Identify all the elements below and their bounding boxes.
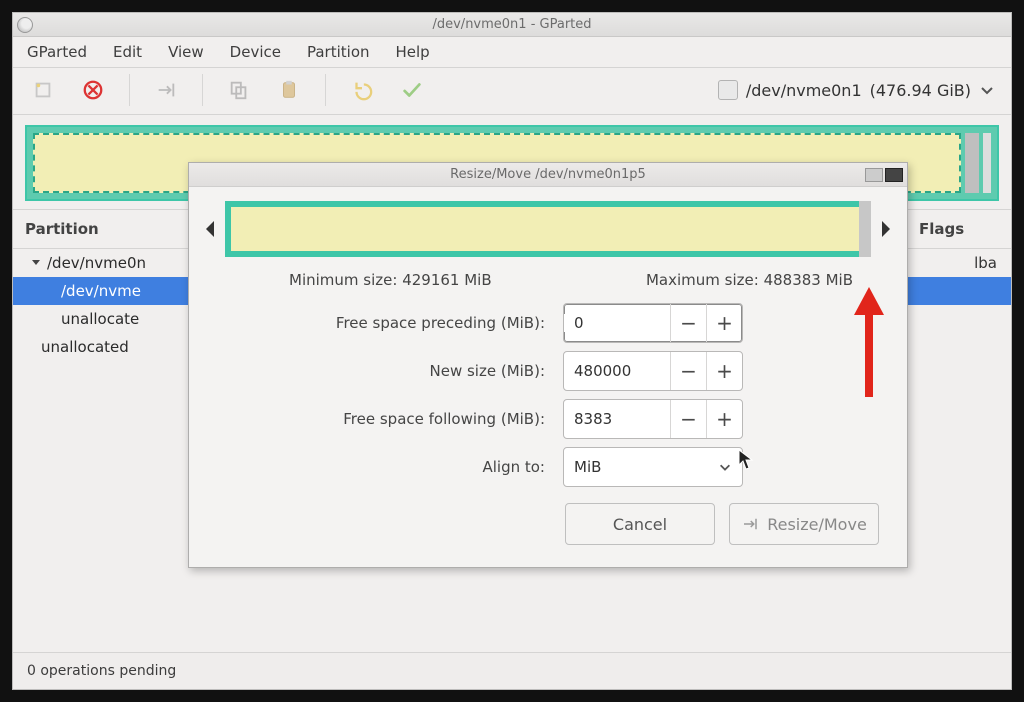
menu-device[interactable]: Device	[230, 43, 281, 61]
following-increment[interactable]: +	[706, 400, 742, 438]
chevron-down-icon	[718, 460, 732, 474]
maximize-button[interactable]	[885, 168, 903, 182]
preceding-increment[interactable]: +	[706, 304, 742, 342]
disk-icon	[718, 80, 738, 100]
apply-button[interactable]	[392, 72, 432, 108]
partition-name: /dev/nvme0n	[47, 254, 146, 272]
slider-right-handle[interactable]	[879, 201, 893, 257]
partition-name: unallocated	[41, 338, 129, 356]
menu-view[interactable]: View	[168, 43, 204, 61]
partition-name: /dev/nvme	[61, 282, 141, 300]
preceding-decrement[interactable]: −	[670, 304, 706, 342]
newsize-decrement[interactable]: −	[670, 352, 706, 390]
column-flags[interactable]: Flags	[919, 220, 999, 238]
cancel-button[interactable]: Cancel	[565, 503, 715, 545]
screen: /dev/nvme0n1 - GParted GParted Edit View…	[0, 0, 1024, 702]
dialog-body: Minimum size: 429161 MiB Maximum size: 4…	[189, 187, 907, 567]
menu-edit[interactable]: Edit	[113, 43, 142, 61]
statusbar: 0 operations pending	[13, 652, 1011, 689]
menu-partition[interactable]: Partition	[307, 43, 370, 61]
dialog-title: Resize/Move /dev/nvme0n1p5	[189, 167, 907, 182]
undo-button[interactable]	[342, 72, 382, 108]
toolbar-separator-3	[325, 74, 326, 106]
resize-move-button[interactable]: Resize/Move	[729, 503, 879, 545]
maximum-size-label: Maximum size: 488383 MiB	[646, 271, 853, 289]
partition-name: unallocate	[61, 310, 139, 328]
newsize-increment[interactable]: +	[706, 352, 742, 390]
partition-flag: lba	[974, 254, 997, 272]
expand-collapse-icon[interactable]	[31, 258, 41, 268]
delete-partition-button[interactable]	[73, 72, 113, 108]
slider-left-handle[interactable]	[203, 201, 217, 257]
minimize-button[interactable]	[865, 168, 883, 182]
partition-graph-unallocated-2[interactable]	[983, 133, 991, 193]
device-path: /dev/nvme0n1	[746, 81, 862, 100]
menu-gparted[interactable]: GParted	[27, 43, 87, 61]
newsize-spinbox[interactable]: 480000 − +	[563, 351, 743, 391]
resize-icon	[741, 515, 759, 533]
copy-button[interactable]	[219, 72, 259, 108]
align-value: MiB	[574, 458, 601, 476]
following-decrement[interactable]: −	[670, 400, 706, 438]
device-selector[interactable]: /dev/nvme0n1 (476.94 GiB)	[712, 74, 1001, 106]
slider-free-following	[859, 201, 871, 257]
resize-button[interactable]	[146, 72, 186, 108]
gparted-window: /dev/nvme0n1 - GParted GParted Edit View…	[12, 12, 1012, 690]
main-window-titlebar[interactable]: /dev/nvme0n1 - GParted	[13, 13, 1011, 37]
align-label: Align to:	[203, 458, 563, 476]
partition-graph-unallocated[interactable]	[965, 133, 979, 193]
partition-size-slider[interactable]	[225, 201, 871, 257]
following-label: Free space following (MiB):	[203, 410, 563, 428]
preceding-value: 0	[564, 314, 670, 332]
preceding-label: Free space preceding (MiB):	[203, 314, 563, 332]
paste-button[interactable]	[269, 72, 309, 108]
minimum-size-label: Minimum size: 429161 MiB	[289, 271, 492, 289]
new-partition-button[interactable]	[23, 72, 63, 108]
newsize-label: New size (MiB):	[203, 362, 563, 380]
resize-move-dialog: Resize/Move /dev/nvme0n1p5	[188, 162, 908, 568]
align-combo[interactable]: MiB	[563, 447, 743, 487]
window-title: /dev/nvme0n1 - GParted	[13, 17, 1011, 32]
toolbar: /dev/nvme0n1 (476.94 GiB)	[13, 68, 1011, 115]
dialog-titlebar[interactable]: Resize/Move /dev/nvme0n1p5	[189, 163, 907, 187]
following-value: 8383	[564, 410, 670, 428]
preceding-spinbox[interactable]: 0 − +	[563, 303, 743, 343]
menubar: GParted Edit View Device Partition Help	[13, 37, 1011, 68]
newsize-value: 480000	[564, 362, 670, 380]
following-spinbox[interactable]: 8383 − +	[563, 399, 743, 439]
toolbar-separator	[129, 74, 130, 106]
menu-help[interactable]: Help	[396, 43, 430, 61]
operations-pending: 0 operations pending	[27, 663, 176, 679]
device-size: (476.94 GiB)	[870, 81, 971, 100]
chevron-down-icon	[979, 82, 995, 98]
debian-swirl-icon	[17, 17, 33, 33]
toolbar-separator-2	[202, 74, 203, 106]
